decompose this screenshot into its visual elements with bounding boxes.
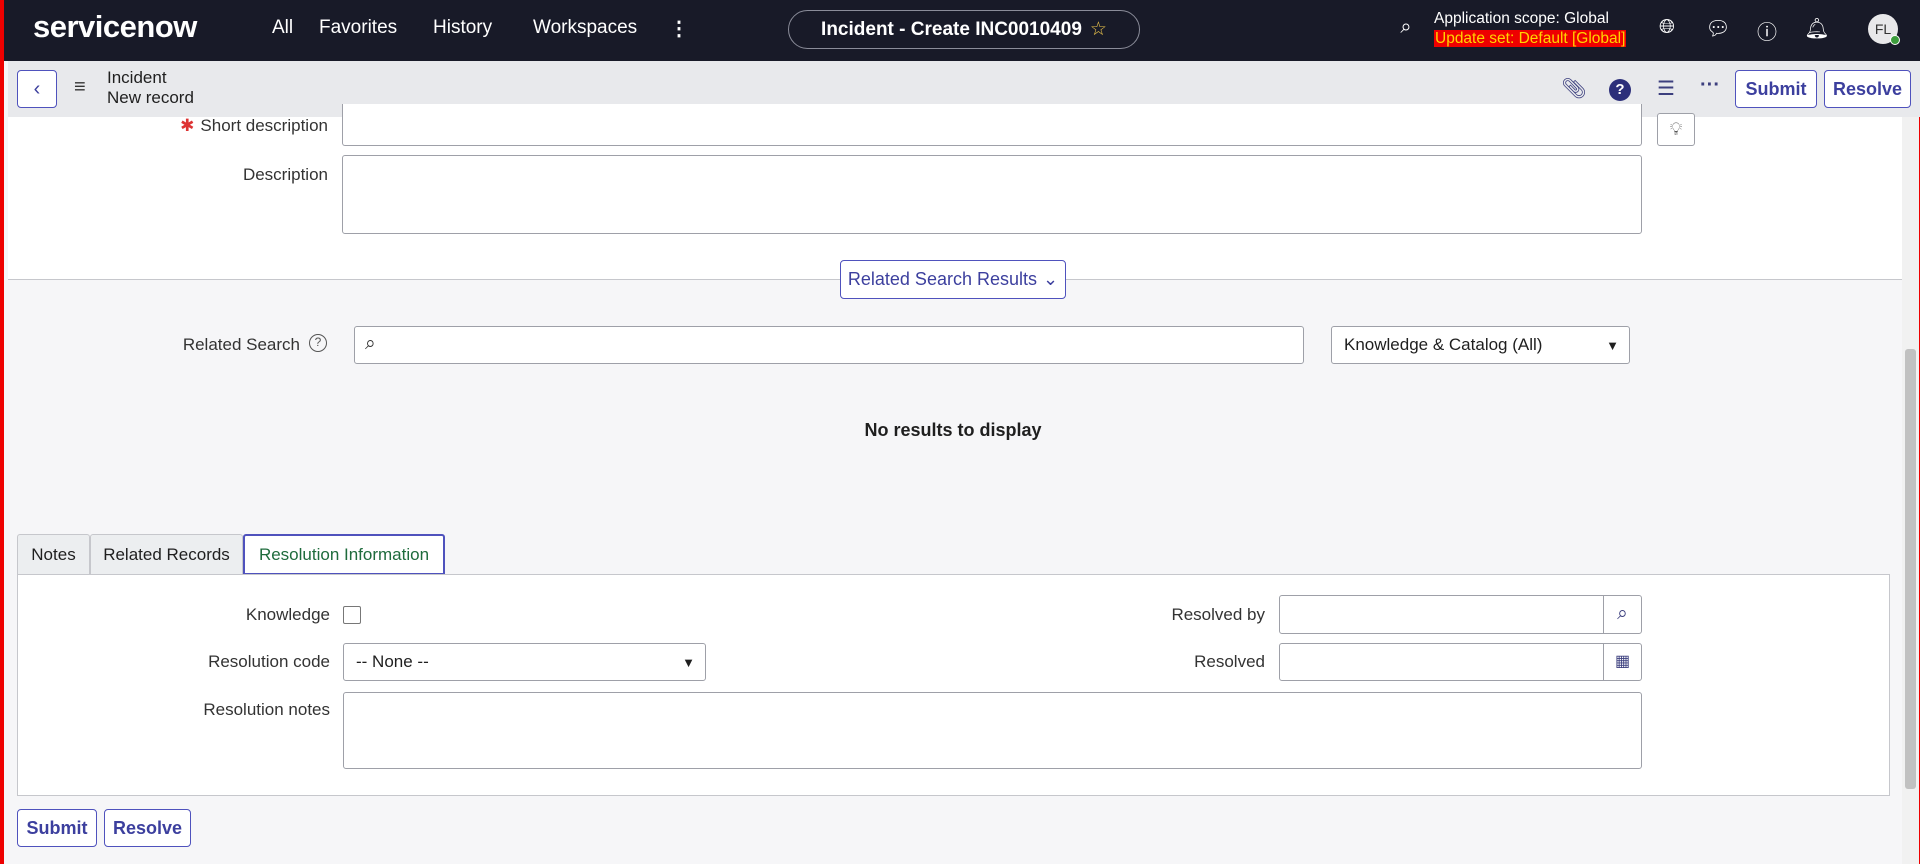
- online-status-icon: [1890, 35, 1900, 45]
- application-scope[interactable]: Application scope: Global Update set: Def…: [1434, 9, 1627, 49]
- context-title-pill[interactable]: Incident - Create INC0010409 ☆: [788, 10, 1140, 49]
- lookup-search-icon[interactable]: ⌕: [1603, 595, 1642, 634]
- resolution-code-select[interactable]: -- None -- ▼: [343, 643, 706, 681]
- avatar[interactable]: FL: [1868, 14, 1900, 45]
- tab-resolution-information[interactable]: Resolution Information: [243, 534, 445, 575]
- more-vertical-icon[interactable]: ⋮: [666, 16, 692, 42]
- resolution-code-value: -- None --: [356, 652, 429, 671]
- scrollbar-thumb[interactable]: [1905, 349, 1916, 789]
- chevron-down-icon: ▼: [1606, 337, 1619, 353]
- description-label: Description: [242, 165, 328, 184]
- avatar-initials: FL: [1874, 21, 1892, 37]
- resolve-button[interactable]: Resolve: [1824, 70, 1911, 108]
- no-results-message: No results to display: [864, 420, 1042, 440]
- description-textarea[interactable]: [342, 155, 1642, 234]
- search-icon[interactable]: ⌕: [1393, 16, 1419, 42]
- hamburger-menu-icon[interactable]: ≡: [74, 76, 86, 99]
- tab-related-records[interactable]: Related Records: [90, 534, 243, 574]
- required-icon: ✱: [180, 116, 195, 135]
- submit-button[interactable]: Submit: [1735, 70, 1817, 108]
- resolution-code-label: Resolution code: [208, 652, 330, 671]
- nav-favorites[interactable]: Favorites: [319, 17, 397, 39]
- search-source-value: Knowledge & Catalog (All): [1344, 335, 1543, 354]
- globe-icon[interactable]: 🌐︎: [1654, 16, 1680, 42]
- resolve-button-bottom[interactable]: Resolve: [104, 809, 191, 847]
- back-button[interactable]: ‹: [17, 70, 57, 108]
- nav-all[interactable]: All: [272, 17, 293, 39]
- table-name: Incident: [107, 68, 167, 87]
- more-options-icon[interactable]: ···: [1697, 74, 1723, 97]
- settings-sliders-icon[interactable]: ☰: [1653, 76, 1679, 101]
- related-search-results-button[interactable]: Related Search Results ⌄: [840, 260, 1066, 299]
- resolution-notes-label: Resolution notes: [203, 700, 330, 719]
- submit-button-bottom[interactable]: Submit: [17, 809, 97, 847]
- chat-icon[interactable]: 💬︎: [1705, 16, 1731, 42]
- chevron-down-icon: ▼: [682, 654, 695, 670]
- short-description-label: ✱ Short description: [104, 116, 328, 136]
- help-icon[interactable]: ⓘ: [1754, 16, 1780, 44]
- knowledge-label: Knowledge: [245, 605, 330, 624]
- resolved-by-label: Resolved by: [1171, 605, 1265, 624]
- knowledge-checkbox[interactable]: [343, 606, 361, 624]
- resolved-label: Resolved: [1194, 652, 1265, 671]
- nav-workspaces[interactable]: Workspaces: [533, 17, 637, 39]
- short-description-label-text: Short description: [200, 116, 328, 135]
- search-source-select[interactable]: Knowledge & Catalog (All) ▼: [1331, 326, 1630, 364]
- search-icon: ⌕: [365, 333, 376, 354]
- help-circle-icon[interactable]: ?: [309, 334, 327, 352]
- form-title: Incident New record: [107, 68, 194, 108]
- resolved-by-input[interactable]: [1279, 595, 1604, 634]
- help-icon[interactable]: ?: [1609, 79, 1631, 101]
- bell-icon[interactable]: 🔔︎: [1804, 16, 1830, 42]
- record-title: Incident - Create INC0010409: [821, 18, 1082, 40]
- calendar-icon[interactable]: ▦: [1603, 643, 1642, 681]
- tab-notes[interactable]: Notes: [17, 534, 90, 574]
- short-description-input[interactable]: [342, 104, 1642, 146]
- resolution-notes-textarea[interactable]: [343, 692, 1642, 769]
- star-icon[interactable]: ☆: [1090, 18, 1107, 41]
- related-search-label: Related Search: [182, 335, 300, 354]
- lightbulb-icon[interactable]: 💡︎: [1657, 113, 1695, 146]
- servicenow-logo[interactable]: servicenow: [33, 9, 197, 45]
- scope-text: Application scope: Global: [1434, 10, 1609, 27]
- top-navigation-bar: servicenow All Favorites History Workspa…: [4, 0, 1920, 61]
- attachment-icon[interactable]: 📎︎: [1561, 76, 1587, 101]
- chevron-down-icon: ⌄: [1043, 269, 1059, 289]
- resolved-date-input[interactable]: [1279, 643, 1604, 681]
- related-search-input[interactable]: ⌕: [354, 326, 1304, 364]
- update-set-text[interactable]: Update set: Default [Global]: [1434, 30, 1627, 47]
- nav-history[interactable]: History: [433, 17, 492, 39]
- record-state: New record: [107, 88, 194, 107]
- related-search-results-label: Related Search Results: [847, 269, 1037, 289]
